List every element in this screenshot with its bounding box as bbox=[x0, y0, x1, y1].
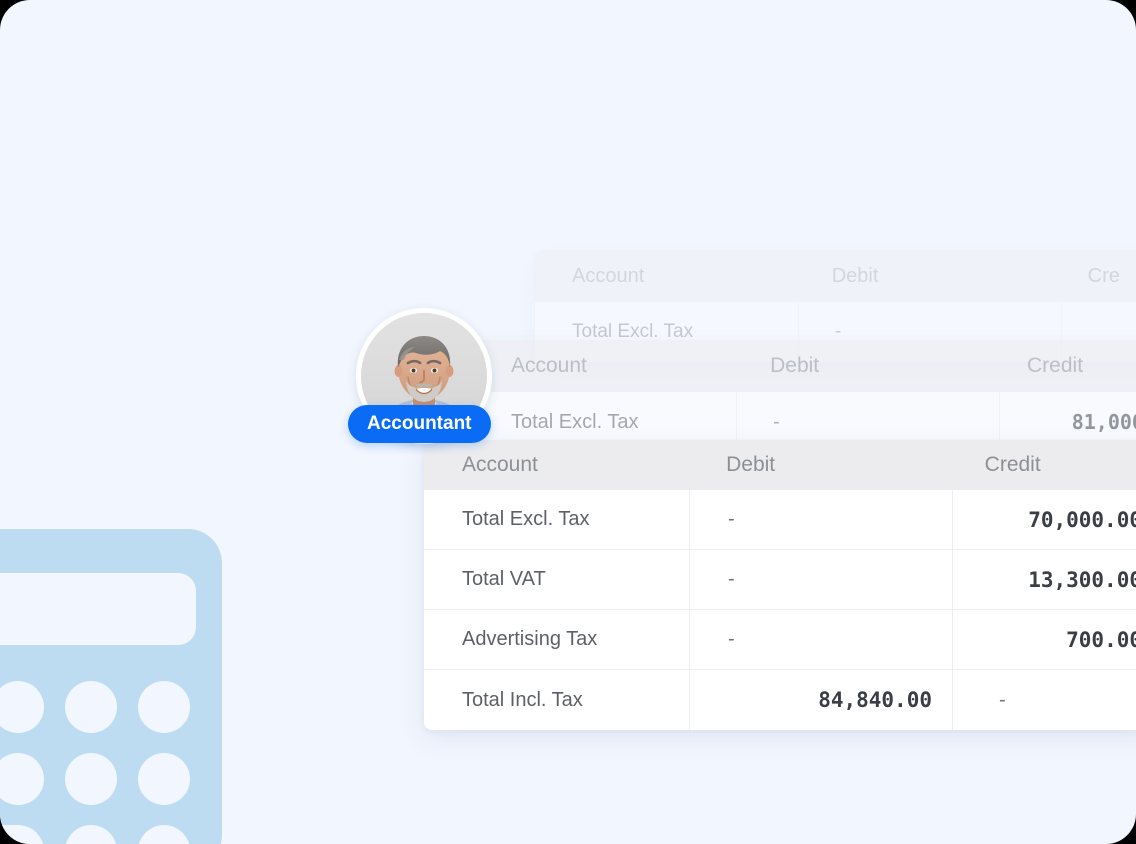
cell-debit: 84,840.00 bbox=[690, 670, 953, 730]
table-header-row: Account Debit Credit bbox=[475, 340, 1136, 392]
column-header-account: Account bbox=[462, 453, 538, 476]
cell-debit: - bbox=[690, 610, 953, 669]
calculator-key bbox=[0, 681, 44, 733]
cell-account: Advertising Tax bbox=[424, 610, 690, 669]
column-header-debit: Debit bbox=[831, 264, 879, 287]
calculator-key bbox=[64, 753, 117, 805]
cell-debit: - bbox=[690, 490, 953, 549]
calculator-key bbox=[0, 753, 44, 805]
calculator-keypad bbox=[0, 671, 200, 844]
cell-credit: 13,300.00 bbox=[1028, 567, 1136, 592]
calculator-key bbox=[64, 681, 117, 733]
cell-credit: - bbox=[999, 688, 1006, 711]
table-header-row: Account Debit Cre bbox=[535, 250, 1136, 302]
column-header-credit: Cre bbox=[1087, 264, 1120, 287]
column-header-credit: Credit bbox=[1027, 354, 1084, 377]
calculator-key bbox=[137, 753, 190, 805]
cell-credit: 70,000.00 bbox=[1028, 507, 1136, 532]
cell-account: Total VAT bbox=[424, 550, 690, 609]
cell-credit: 700.00 bbox=[1066, 627, 1136, 652]
calculator-key bbox=[137, 681, 190, 733]
table-row[interactable]: Advertising Tax - 700.00 bbox=[424, 610, 1136, 670]
column-header-account: Account bbox=[572, 264, 645, 287]
table-row[interactable]: Total VAT - 13,300.00 bbox=[424, 550, 1136, 610]
page-canvas: Account Debit Cre Total Excl. Tax - 30 A… bbox=[0, 0, 1136, 844]
column-header-debit: Debit bbox=[726, 453, 776, 476]
role-badge: Accountant bbox=[348, 405, 491, 443]
column-header-credit: Credit bbox=[984, 453, 1041, 476]
calculator-display bbox=[0, 573, 196, 645]
cell-account: Total Excl. Tax bbox=[424, 490, 690, 549]
calculator-icon bbox=[0, 529, 222, 844]
cell-account: Total Incl. Tax bbox=[424, 670, 690, 730]
ledger-table-middle: Account Debit Credit Total Excl. Tax - 8… bbox=[475, 340, 1136, 452]
table-row[interactable]: Total Excl. Tax - 70,000.00 bbox=[424, 490, 1136, 550]
table-header-row: Account Debit Credit bbox=[424, 440, 1136, 490]
ledger-table-front[interactable]: Account Debit Credit Total Excl. Tax - 7… bbox=[424, 440, 1136, 730]
table-row[interactable]: Total Incl. Tax 84,840.00 - bbox=[424, 670, 1136, 730]
cell-debit: - bbox=[690, 550, 953, 609]
column-header-account: Account bbox=[511, 354, 587, 377]
calculator-key-wide bbox=[0, 825, 44, 844]
column-header-debit: Debit bbox=[770, 354, 820, 377]
calculator-key bbox=[64, 825, 117, 844]
calculator-key bbox=[137, 825, 190, 844]
